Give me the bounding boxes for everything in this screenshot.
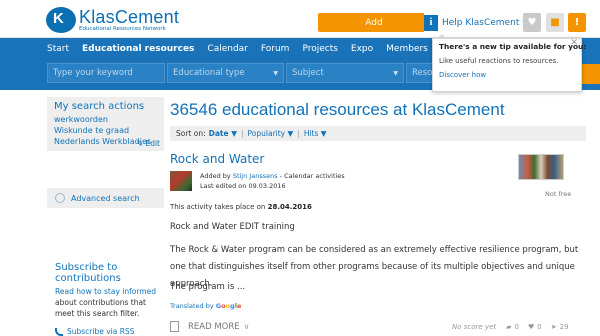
subscribe-description: Read how to stay informed about contribu… <box>55 286 167 319</box>
logo-icon: K <box>46 7 76 33</box>
activity-date-prefix: This activity takes place on <box>170 203 268 211</box>
hits-value: 29 <box>559 323 569 331</box>
advanced-search-button[interactable]: Advanced search <box>47 188 164 208</box>
folder-icon[interactable]: ■ <box>546 13 564 32</box>
comment-icon: ▰ <box>506 323 512 331</box>
added-suffix: - Calendar activities <box>277 172 345 180</box>
educational-type-select[interactable]: Educational type ▼ <box>167 63 284 83</box>
search-icon <box>55 193 65 203</box>
chevron-down-icon: ▼ <box>393 70 398 77</box>
sort-bar: Sort on: Date ▼ | Popularity ▼ | Hits ▼ <box>170 126 586 141</box>
advanced-search-label: Advanced search <box>71 193 140 203</box>
subscribe-title: Subscribe to contributions <box>55 262 121 284</box>
help-label: Help KlasCement <box>442 17 520 28</box>
popup-title: There's a new tip available for you: <box>439 42 587 51</box>
subscribe-panel: Subscribe to contributions Read how to s… <box>55 262 167 319</box>
edit-button[interactable]: ✎ Edit <box>137 139 160 148</box>
popup-text: Like useful reactions to resources. <box>439 57 559 65</box>
tip-popup: ✕ There's a new tip available for you: L… <box>432 34 587 92</box>
author-link[interactable]: Stijn Janssens <box>233 172 278 180</box>
google-logo: Google <box>215 302 242 310</box>
nav-item-expo[interactable]: Expo <box>351 44 373 54</box>
sort-date-label: Date <box>208 129 229 138</box>
resource-subtitle: Rock and Water EDIT training <box>170 222 295 232</box>
hits-count: ➤ 29 <box>551 323 569 331</box>
translated-prefix: Translated by <box>170 302 214 310</box>
chevron-down-icon: ∨ <box>243 322 250 331</box>
sort-option-hits[interactable]: Hits ▼ <box>304 129 327 138</box>
sort-option-popularity[interactable]: Popularity ▼ <box>248 129 294 138</box>
nav-item-calendar[interactable]: Calendar <box>207 44 247 54</box>
nav-item-forum[interactable]: Forum <box>261 44 290 54</box>
notification-icon[interactable]: ! <box>568 13 586 32</box>
discover-how-link[interactable]: Discover how <box>439 71 575 79</box>
resource-more-text: The program is ... <box>170 282 246 292</box>
nav-item-members[interactable]: Members <box>386 44 428 54</box>
search-actions-title: My search actions <box>54 101 145 112</box>
keyword-input[interactable]: Type your keyword <box>47 63 165 83</box>
divider: | <box>297 129 300 138</box>
search-action-link[interactable]: Wiskunde te graad <box>54 125 157 136</box>
nav-item-educational-resources[interactable]: Educational resources <box>82 44 194 54</box>
score-label: No score yet <box>452 323 497 331</box>
top-bar: K KlasCement Educational Resources Netwo… <box>0 0 600 38</box>
divider: | <box>241 129 244 138</box>
rss-icon <box>55 327 63 336</box>
page-title: 36546 educational resources at KlasCemen… <box>170 100 505 119</box>
subscribe-info-link[interactable]: Read how to stay informed <box>55 287 156 296</box>
resource-title-link[interactable]: Rock and Water <box>170 152 264 166</box>
sort-label: Sort on: <box>176 129 206 138</box>
resource-last-edited: Last edited on 09.03.2016 <box>200 182 286 190</box>
comments-value: 0 <box>514 323 519 331</box>
search-action-link[interactable]: werkwoorden <box>54 114 157 125</box>
price-label: Not free <box>545 190 572 198</box>
rss-label: Subscribe via RSS <box>67 327 135 336</box>
resource-added-by: Added by Stijn Janssens - Calendar activ… <box>200 172 345 180</box>
logo-name: KlasCement <box>79 6 180 27</box>
search-actions-panel: My search actions werkwoorden Wiskunde t… <box>47 97 164 151</box>
heart-icon[interactable]: ♥ <box>523 13 541 32</box>
search-button[interactable] <box>582 64 600 84</box>
search-filters: Type your keyword Educational type ▼ Sub… <box>47 62 438 84</box>
activity-date: This activity takes place on 28.04.2016 <box>170 203 312 211</box>
activity-date-value: 28.04.2016 <box>267 203 312 211</box>
added-prefix: Added by <box>200 172 233 180</box>
logo-subtitle: Educational Resources Network <box>79 25 166 32</box>
chevron-down-icon: ▼ <box>273 70 278 77</box>
sort-popularity-label: Popularity <box>247 129 286 138</box>
likes-value: 0 <box>537 323 542 331</box>
educational-type-placeholder: Educational type <box>173 68 245 78</box>
popup-arrow <box>437 34 447 39</box>
klascement-logo[interactable]: K KlasCement Educational Resources Netwo… <box>46 6 179 34</box>
subject-placeholder: Subject <box>292 68 324 78</box>
author-avatar[interactable] <box>170 171 192 191</box>
read-more-label: READ MORE <box>188 321 240 332</box>
translated-by-google[interactable]: Translated by Google <box>170 302 241 310</box>
nav-links: Start Educational resources Calendar For… <box>47 38 441 60</box>
likes-count[interactable]: ♥ 0 <box>528 323 542 331</box>
resource-thumbnail[interactable] <box>518 154 564 180</box>
sort-hits-label: Hits <box>303 129 319 138</box>
nav-item-projects[interactable]: Projects <box>302 44 337 54</box>
info-icon: i <box>424 14 438 31</box>
close-icon[interactable]: ✕ <box>570 38 578 48</box>
rss-subscribe-link[interactable]: Subscribe via RSS <box>55 327 134 336</box>
help-button[interactable]: i Help KlasCement ▼ <box>424 12 528 33</box>
edit-label: Edit <box>145 139 160 148</box>
document-icon <box>170 321 179 332</box>
add-button[interactable]: Add <box>318 13 430 32</box>
pencil-icon: ✎ <box>136 139 144 148</box>
sort-option-date[interactable]: Date ▼ <box>209 129 237 138</box>
cursor-icon: ➤ <box>550 323 557 331</box>
read-more-button[interactable]: READ MORE ∨ <box>170 321 250 332</box>
comments-count[interactable]: ▰ 0 <box>506 323 519 331</box>
resource-stats: No score yet ▰ 0 ♥ 0 ➤ 29 <box>452 323 578 331</box>
heart-icon: ♥ <box>528 323 535 331</box>
subscribe-text: about contributions that meet this searc… <box>55 298 146 318</box>
nav-item-start[interactable]: Start <box>47 44 69 54</box>
subject-select[interactable]: Subject ▼ <box>286 63 404 83</box>
